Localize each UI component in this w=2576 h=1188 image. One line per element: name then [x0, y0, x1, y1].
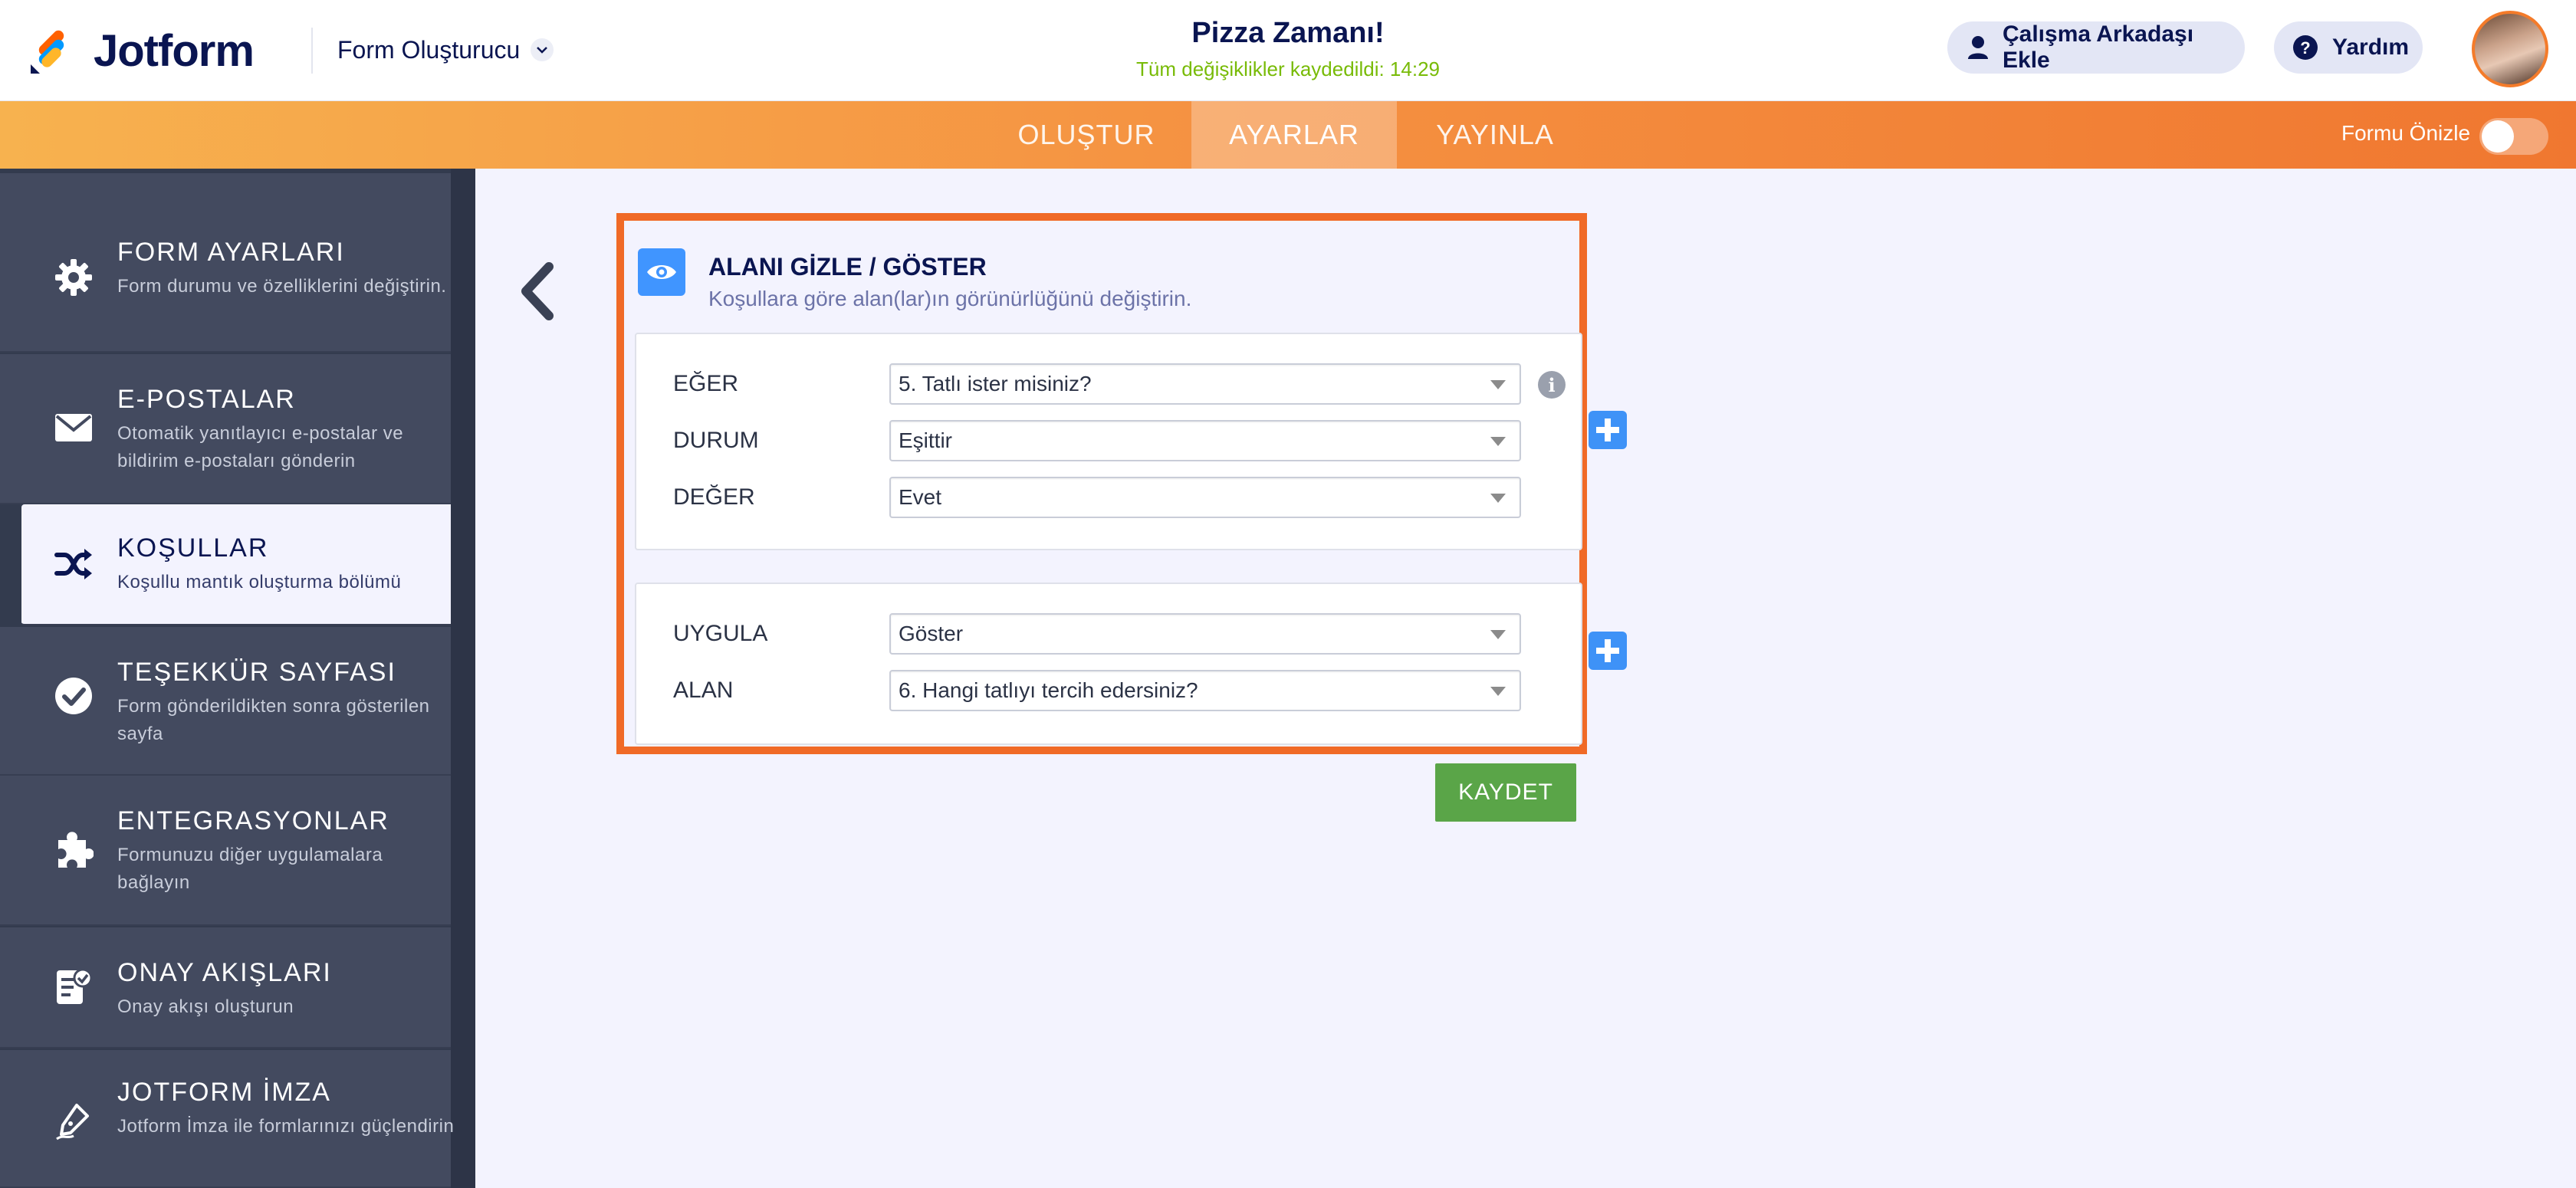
sidebar-item-desc: Onay akışı oluşturun [117, 996, 294, 1017]
user-icon [1967, 35, 1989, 60]
user-avatar[interactable] [2472, 11, 2548, 87]
top-header: Jotform Form Oluşturucu Pizza Zamanı! Tü… [0, 0, 2576, 101]
caret-down-icon [1490, 494, 1506, 503]
value-select[interactable]: Evet [889, 477, 1521, 518]
brand-name: Jotform [94, 25, 255, 76]
if-field-value: 5. Tatlı ister misiniz? [899, 372, 1092, 395]
target-field-select[interactable]: 6. Hangi tatlıyı tercih edersiniz? [889, 670, 1521, 711]
puzzle-icon [52, 828, 95, 871]
sidebar-item-title: KOŞULLAR [117, 533, 269, 563]
sidebar-item-title: ENTEGRASYONLAR [117, 806, 389, 835]
sidebar-scrollbar[interactable] [451, 169, 475, 1188]
form-title-area: Pizza Zamanı! Tüm değişiklikler kaydedil… [1058, 17, 1518, 81]
value-label: DEĞER [673, 484, 755, 510]
help-button[interactable]: ? Yardım [2274, 21, 2423, 74]
action-select[interactable]: Göster [889, 613, 1521, 655]
preview-form-toggle[interactable] [2479, 118, 2548, 155]
value-value: Evet [899, 485, 942, 509]
add-condition-button[interactable] [1589, 411, 1627, 449]
sidebar-item-desc: Form durumu ve özelliklerini değiştirin. [117, 276, 447, 297]
back-arrow-icon[interactable] [515, 261, 558, 322]
jotform-logo[interactable]: Jotform [28, 18, 255, 83]
sidebar-item-conditions[interactable]: KOŞULLAR Koşullu mantık oluşturma bölümü [21, 504, 451, 625]
builder-menu-label: Form Oluşturucu [337, 35, 521, 64]
sidebar-item-title: TEŞEKKÜR SAYFASI [117, 658, 396, 687]
plus-icon [1596, 418, 1619, 441]
condition-title: ALANI GİZLE / GÖSTER [708, 253, 987, 281]
sidebar-item-desc: Form gönderildikten sonra gösterilen say… [117, 696, 430, 744]
saved-status: Tüm değişiklikler kaydedildi: 14:29 [1136, 57, 1440, 80]
state-value: Eşittir [899, 428, 952, 452]
sidebar-item-approval-flows[interactable]: ONAY AKIŞLARI Onay akışı oluşturun [0, 927, 451, 1049]
preview-form-label: Formu Önizle [2341, 121, 2471, 145]
approval-icon [52, 966, 95, 1009]
sidebar-item-jotform-sign[interactable]: JOTFORM İMZA Jotform İmza ile formlarını… [0, 1050, 454, 1188]
svg-text:?: ? [2300, 38, 2310, 57]
state-select[interactable]: Eşittir [889, 420, 1521, 461]
pen-signature-icon [52, 1099, 95, 1142]
tab-publish[interactable]: YAYINLA [1397, 101, 1593, 169]
toggle-knob [2482, 120, 2514, 153]
tab-create[interactable]: OLUŞTUR [986, 101, 1187, 169]
field-label: ALAN [673, 678, 734, 703]
form-title[interactable]: Pizza Zamanı! [1058, 17, 1518, 50]
caret-down-icon [1490, 630, 1506, 639]
add-action-button[interactable] [1589, 632, 1627, 670]
sidebar-item-thank-you-page[interactable]: TEŞEKKÜR SAYFASI Form gönderildikten son… [0, 627, 451, 776]
sidebar-item-form-settings[interactable]: FORM AYARLARI Form durumu ve özellikleri… [0, 173, 451, 353]
sidebar-item-desc: Koşullu mantık oluşturma bölümü [117, 572, 402, 592]
question-circle-icon: ? [2292, 34, 2318, 61]
tab-settings[interactable]: AYARLAR [1191, 101, 1397, 169]
caret-down-icon [1490, 687, 1506, 696]
add-collaborator-button[interactable]: Çalışma Arkadaşı Ekle [1947, 21, 2245, 74]
caret-down-icon [1490, 437, 1506, 446]
target-field-value: 6. Hangi tatlıyı tercih edersiniz? [899, 678, 1198, 702]
sidebar-item-title: FORM AYARLARI [117, 238, 345, 267]
chevron-down-icon [531, 38, 554, 61]
help-label: Yardım [2332, 34, 2410, 60]
if-field-select[interactable]: 5. Tatlı ister misiniz? [889, 363, 1521, 405]
sidebar-item-integrations[interactable]: ENTEGRASYONLAR Formunuzu diğer uygulamal… [0, 776, 451, 926]
action-value: Göster [899, 622, 964, 645]
condition-subtitle: Koşullara göre alan(lar)ın görünürlüğünü… [708, 287, 1192, 310]
do-label: UYGULA [673, 621, 768, 646]
sidebar-item-desc: Otomatik yanıtlayıcı e-postalar ve bildi… [117, 423, 404, 471]
do-actions-box: UYGULA Göster ALAN 6. Hangi tatlıyı terc… [635, 583, 1582, 745]
shuffle-icon [52, 543, 95, 586]
sidebar-item-title: JOTFORM İMZA [117, 1078, 331, 1107]
condition-panel: ALANI GİZLE / GÖSTER Koşullara göre alan… [616, 213, 1587, 754]
if-label: EĞER [673, 371, 739, 396]
state-label: DURUM [673, 428, 759, 453]
info-icon[interactable]: i [1538, 371, 1566, 399]
sidebar-item-emails[interactable]: E-POSTALAR Otomatik yanıtlayıcı e-postal… [0, 354, 451, 504]
gear-icon [52, 256, 95, 299]
add-collaborator-label: Çalışma Arkadaşı Ekle [2003, 21, 2194, 73]
sidebar-item-desc: Formunuzu diğer uygulamalara bağlayın [117, 845, 383, 893]
if-conditions-box: EĞER 5. Tatlı ister misiniz? i DURUM Eşi… [635, 333, 1582, 550]
save-button[interactable]: KAYDET [1435, 763, 1576, 822]
caret-down-icon [1490, 380, 1506, 389]
form-builder-menu[interactable]: Form Oluşturucu [337, 29, 554, 71]
envelope-icon [52, 406, 95, 449]
builder-nav-bar: OLUŞTUR AYARLAR YAYINLA Formu Önizle [0, 101, 2576, 169]
eye-icon [638, 248, 685, 296]
jotform-logo-icon [31, 30, 64, 74]
check-circle-icon [52, 674, 95, 717]
sidebar-item-title: ONAY AKIŞLARI [117, 958, 332, 987]
sidebar-item-desc: Jotform İmza ile formlarınızı güçlendiri… [117, 1116, 455, 1137]
plus-icon [1596, 639, 1619, 662]
sidebar-item-title: E-POSTALAR [117, 385, 296, 414]
header-divider [311, 28, 313, 74]
